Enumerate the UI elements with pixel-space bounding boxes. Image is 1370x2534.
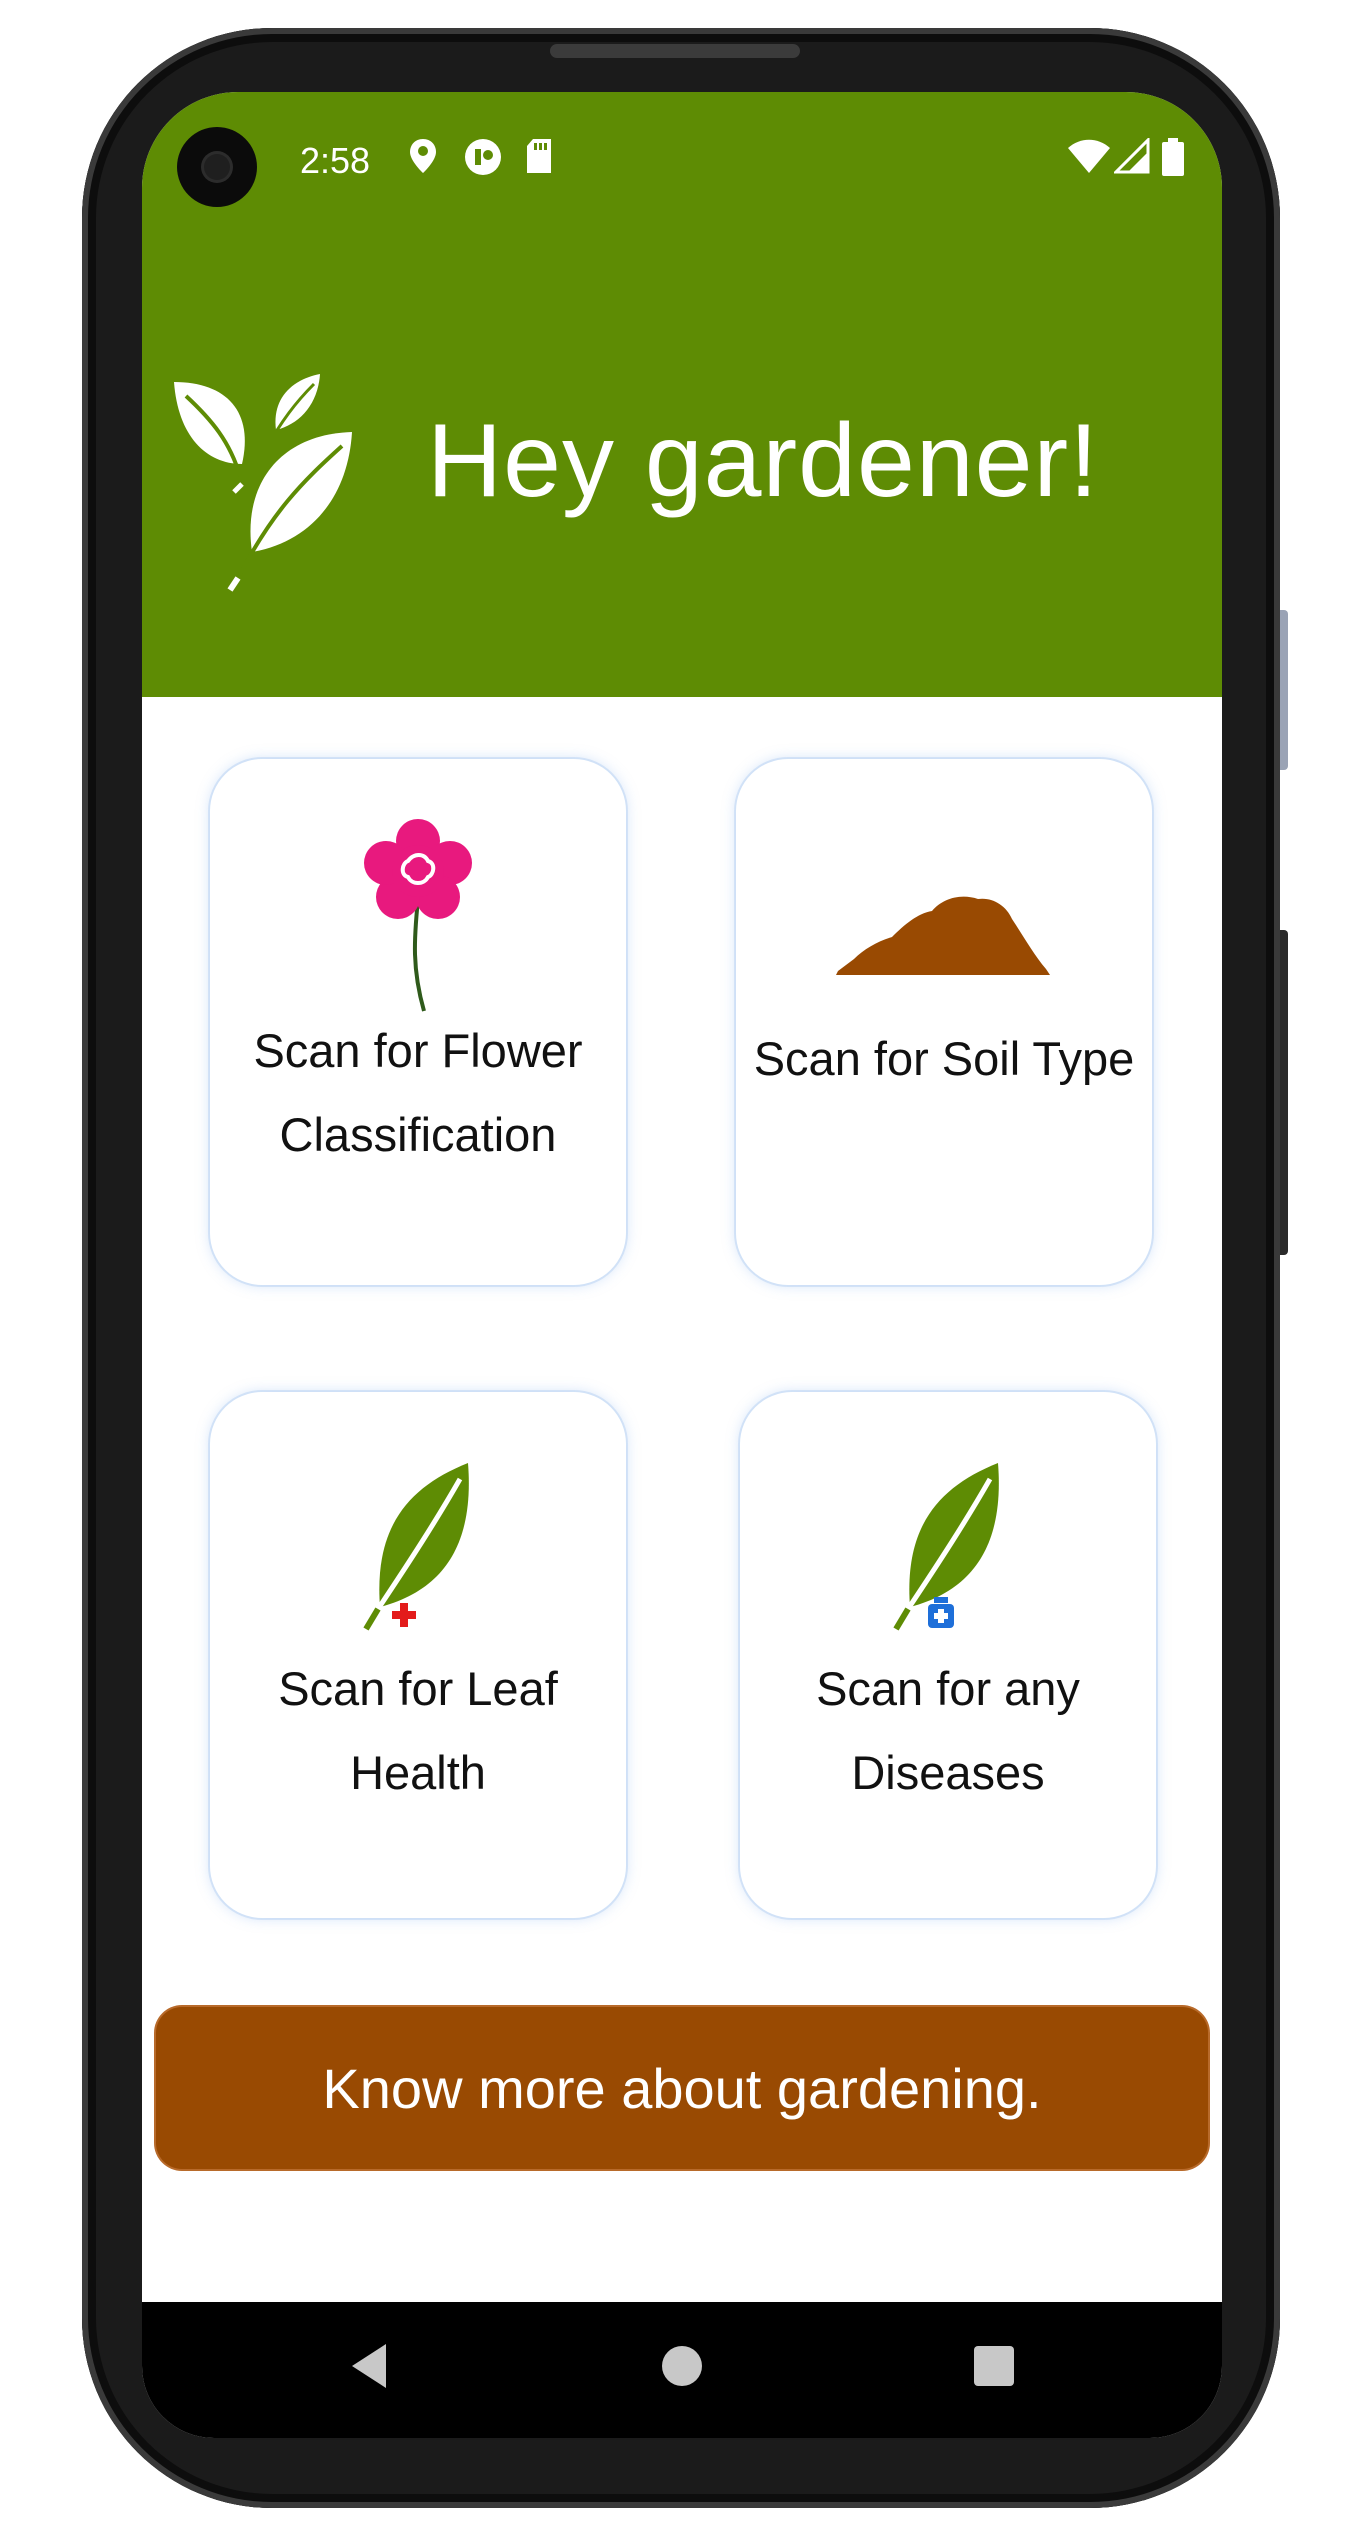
status-time: 2:58 <box>300 140 371 181</box>
disease-scan-card[interactable]: Scan for any Diseases <box>740 1392 1156 1918</box>
leaf-health-scan-card[interactable]: Scan for Leaf Health <box>210 1392 626 1918</box>
front-camera <box>177 127 257 207</box>
home-icon[interactable] <box>660 2340 704 2392</box>
soil-scan-card[interactable]: Scan for Soil Type <box>736 759 1152 1285</box>
card-label: Scan for Leaf Health <box>278 1662 558 1799</box>
location-icon <box>410 139 436 173</box>
card-label: Scan for any Diseases <box>816 1662 1080 1799</box>
flower-icon <box>364 819 472 1012</box>
card-label: Scan for Flower Classification <box>253 1024 583 1161</box>
know-more-button[interactable]: Know more about gardening. <box>156 2007 1208 2169</box>
flower-scan-card[interactable]: Scan for Flower Classification <box>210 759 626 1285</box>
back-icon[interactable] <box>348 2340 388 2392</box>
navigation-bar <box>142 2302 1222 2438</box>
recents-icon[interactable] <box>972 2340 1016 2392</box>
soil-icon <box>836 896 1050 975</box>
battery-icon <box>1162 138 1184 176</box>
leaf-health-icon <box>363 1463 469 1631</box>
app-screen: 2:58 Hey gardener! Scan for Flower Class… <box>142 92 1222 2438</box>
leaf-disease-icon <box>893 1463 999 1631</box>
device-mockup: 2:58 Hey gardener! Scan for Flower Class… <box>0 0 1370 2534</box>
sd-card-icon <box>527 139 551 173</box>
app-header: 2:58 Hey gardener! <box>142 92 1222 697</box>
earpiece-speaker <box>550 44 800 58</box>
signal-icon <box>1114 138 1150 174</box>
wifi-icon <box>1068 139 1110 173</box>
leaves-logo-icon <box>174 374 352 592</box>
app-status-icon <box>465 139 501 175</box>
greeting-title: Hey gardener! <box>427 403 1100 519</box>
card-label: Scan for Soil Type <box>753 1032 1135 1085</box>
